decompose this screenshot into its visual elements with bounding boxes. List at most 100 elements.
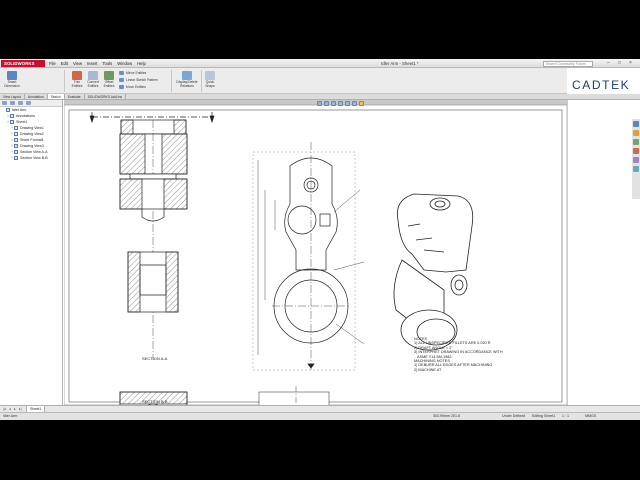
linear-pattern-button[interactable]: Linear Sketch Pattern [119, 78, 158, 82]
section-view-icon [14, 156, 18, 160]
mirror-entities-button[interactable]: Mirror Entities [119, 71, 146, 75]
heads-up-toolbar [317, 101, 364, 106]
convert-entities-label: Convert Entities [87, 80, 99, 88]
sheet-tab-bar: |◂ ◂ ▸ ▸| Sheet1 [0, 405, 640, 413]
configuration-manager-icon[interactable] [18, 101, 23, 105]
annotations-icon [10, 114, 14, 118]
appearance-icon[interactable] [359, 101, 364, 106]
trim-entities-button[interactable]: Trim Entities [70, 71, 84, 89]
status-coordinates: 303.99mm 201.8 [433, 414, 460, 418]
status-scale[interactable]: 1 : 1 [562, 413, 569, 420]
quick-snaps-label: Quick Snaps [205, 80, 215, 88]
move-icon [119, 85, 124, 89]
move-entities-button[interactable]: Move Entities [119, 85, 146, 89]
first-sheet-icon[interactable]: |◂ [3, 407, 7, 411]
ribbon-divider [201, 70, 202, 92]
move-entities-label: Move Entities [126, 85, 146, 89]
tab-sketch[interactable]: Sketch [47, 94, 65, 99]
quick-snaps-button[interactable]: Quick Snaps [204, 71, 216, 89]
view-palette-icon[interactable] [633, 148, 639, 154]
menu-insert[interactable]: Insert [87, 61, 97, 66]
relations-icon [182, 71, 192, 80]
search-input[interactable]: Search Community Forum [543, 60, 593, 67]
minimize-icon[interactable]: – [604, 60, 613, 67]
quick-snaps-icon [205, 71, 215, 80]
section-view-icon[interactable] [338, 101, 343, 106]
tree-list: Idler Arm + Annotations + Sheet1 + Drawing Vie… [0, 107, 62, 161]
dimxpert-icon[interactable] [26, 101, 31, 105]
close-icon[interactable]: × [626, 60, 635, 67]
view-icon [14, 126, 18, 130]
zoom-to-fit-icon[interactable] [317, 101, 322, 106]
feature-manager-tree: Idler Arm + Annotations + Sheet1 + Drawing Vie… [0, 100, 63, 405]
previous-view-icon[interactable] [331, 101, 336, 106]
tab-annotation[interactable]: Annotation [25, 94, 48, 99]
maximize-icon[interactable]: □ [615, 60, 624, 67]
mirror-icon [119, 71, 124, 75]
sheet-format-icon [14, 138, 18, 142]
drawing-notes: NOTES 1) ALL UNSPECIFIED FILLETS ARE 0.02… [414, 337, 503, 372]
feature-manager-icon[interactable] [2, 101, 7, 105]
command-manager: Smart Dimension Trim Entities Convert En… [0, 68, 567, 94]
linear-pattern-label: Linear Sketch Pattern [126, 78, 158, 82]
menu-help[interactable]: Help [137, 61, 146, 66]
status-editing: Editing Sheet1 [532, 414, 556, 418]
menu-edit[interactable]: Edit [61, 61, 68, 66]
tree-item-label: Section View B-B [20, 156, 48, 160]
feature-manager-toolbar [0, 100, 62, 107]
solidworks-logo[interactable]: SOLIDWORKS [1, 60, 45, 67]
appearances-icon[interactable] [633, 157, 639, 163]
hide-show-icon[interactable] [352, 101, 357, 106]
display-relations-button[interactable]: Display/Delete Relations [175, 71, 199, 89]
status-units[interactable]: MMGS [585, 413, 596, 420]
sheet-icon [10, 120, 14, 124]
title-bar: SOLIDWORKS File Edit View Insert Tools W… [0, 59, 640, 68]
offset-entities-button[interactable]: Offset Entities [102, 71, 116, 89]
resources-icon[interactable] [633, 121, 639, 127]
offset-entities-label: Offset Entities [103, 80, 115, 88]
file-explorer-icon[interactable] [633, 139, 639, 145]
display-relations-label: Display/Delete Relations [176, 80, 198, 88]
note-line: 2) MACHINE AT [414, 367, 442, 372]
trim-icon [72, 71, 82, 80]
linear-pattern-icon [119, 78, 124, 82]
view-icon [14, 144, 18, 148]
section-b-b-label: SECTION B-B [142, 399, 168, 404]
drawing-icon [6, 108, 10, 112]
display-style-icon[interactable] [345, 101, 350, 106]
custom-properties-icon[interactable] [633, 166, 639, 172]
zoom-area-icon[interactable] [324, 101, 329, 106]
property-manager-icon[interactable] [10, 101, 15, 105]
smart-dimension-icon [7, 71, 17, 80]
tree-item[interactable]: + Section View B-B [0, 155, 62, 161]
mirror-entities-label: Mirror Entities [126, 71, 147, 75]
menu-window[interactable]: Window [117, 61, 132, 66]
offset-icon [104, 71, 114, 80]
last-sheet-icon[interactable]: ▸| [19, 407, 23, 411]
task-pane [567, 100, 640, 405]
ribbon-divider [64, 70, 65, 92]
menu-view[interactable]: View [73, 61, 82, 66]
section-a-a-label: SECTION A-A [142, 356, 168, 361]
ribbon-divider [171, 70, 172, 92]
status-definition: Under Defined [502, 414, 526, 418]
tab-view-layout[interactable]: View Layout [0, 94, 25, 99]
prev-sheet-icon[interactable]: ◂ [9, 407, 13, 411]
status-bar: Idler Arm 303.99mm 201.8 Under Defined E… [0, 412, 640, 420]
next-sheet-icon[interactable]: ▸ [14, 407, 18, 411]
cadtek-logo: CADTEK [572, 78, 631, 92]
menu-tools[interactable]: Tools [102, 61, 112, 66]
solidworks-window: SOLIDWORKS File Edit View Insert Tools W… [0, 59, 640, 420]
smart-dimension-button[interactable]: Smart Dimension [4, 71, 20, 89]
note-line: 3) INTERPRET DRAWING IN ACCORDANCE WITH [414, 350, 503, 355]
tab-evaluate[interactable]: Evaluate [65, 94, 85, 99]
tab-add-ins[interactable]: SOLIDWORKS Add-Ins [85, 94, 127, 99]
convert-icon [88, 71, 98, 80]
status-document: Idler Arm [3, 414, 18, 418]
convert-entities-button[interactable]: Convert Entities [86, 71, 100, 89]
menu-file[interactable]: File [49, 61, 56, 66]
design-library-icon[interactable] [633, 130, 639, 136]
menu-bar: File Edit View Insert Tools Window Help [49, 61, 146, 66]
trim-entities-label: Trim Entities [71, 80, 83, 88]
smart-dimension-label: Smart Dimension [4, 80, 20, 88]
